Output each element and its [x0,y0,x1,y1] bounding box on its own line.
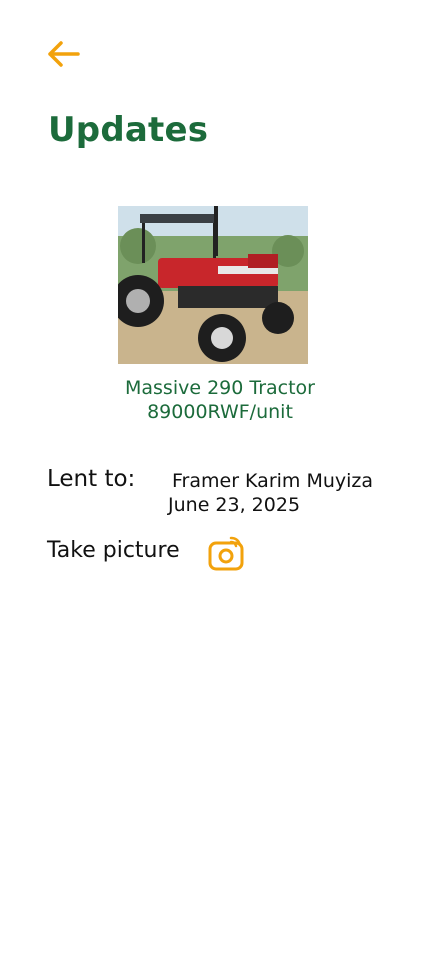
product-name: Massive 290 Tractor [125,377,315,399]
tractor-illustration [118,206,308,364]
product-price: 89000RWF/unit [147,401,293,423]
take-picture-button[interactable] [207,534,245,572]
back-button[interactable] [44,36,84,72]
page-title: Updates [48,110,209,150]
lent-to-label: Lent to: [47,466,136,492]
lent-date: June 23, 2025 [168,494,301,516]
take-picture-label[interactable]: Take picture [47,538,180,563]
borrower-name: Framer Karim Muyiza [172,470,374,492]
product-image [118,206,308,364]
camera-icon [208,536,244,571]
arrow-left-icon [48,41,80,67]
